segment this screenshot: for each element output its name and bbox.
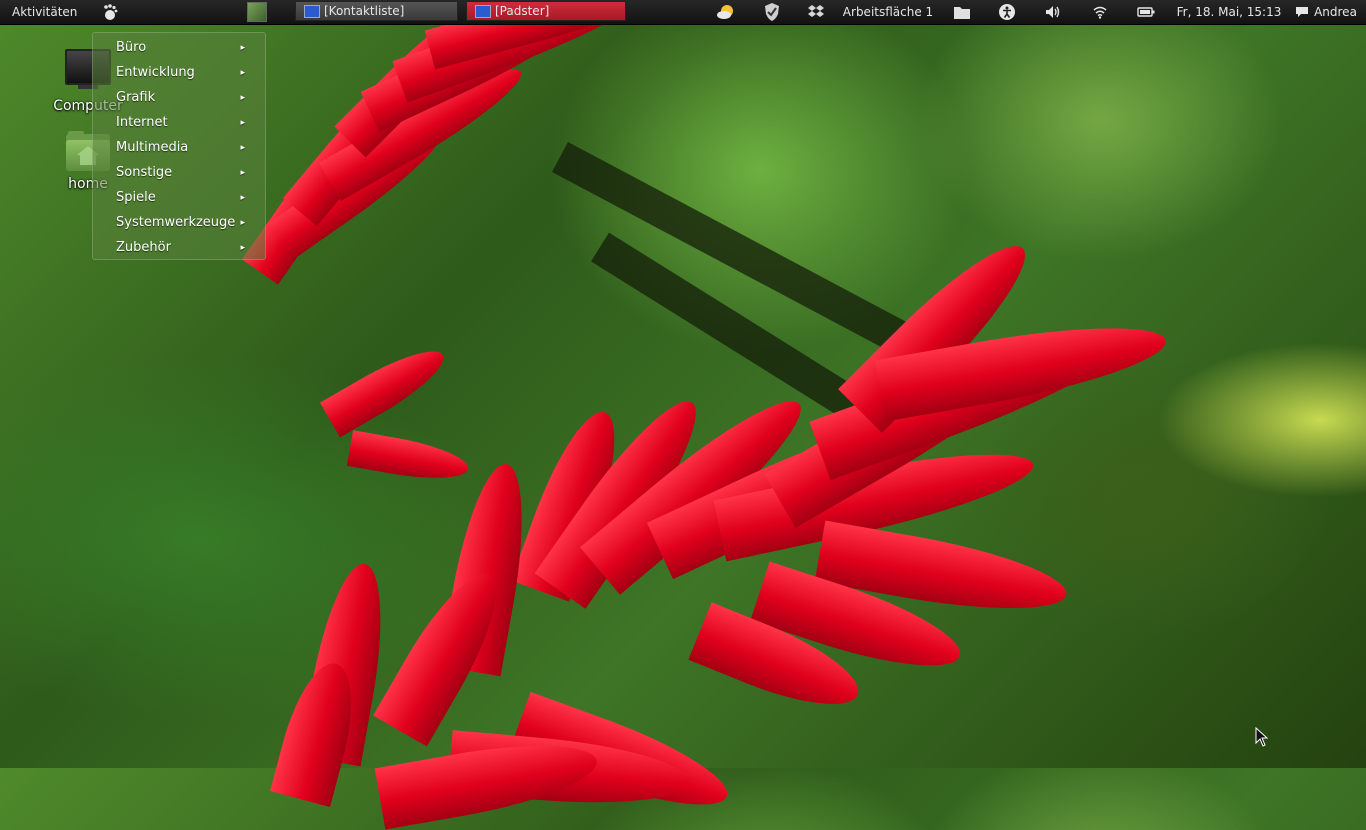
submenu-arrow-icon: ▸ [240, 167, 245, 178]
dropbox-icon[interactable] [803, 0, 829, 24]
user-name: Andrea [1314, 5, 1357, 19]
battery-icon[interactable] [1133, 0, 1159, 24]
clock-label: Fr, 18. Mai, 15:13 [1176, 5, 1282, 19]
shield-icon[interactable] [759, 0, 785, 24]
clock[interactable]: Fr, 18. Mai, 15:13 [1174, 0, 1284, 24]
menu-item-buero[interactable]: Büro ▸ [93, 35, 265, 60]
submenu-arrow-icon: ▸ [240, 92, 245, 103]
folder-icon[interactable] [950, 0, 974, 24]
user-menu[interactable]: Andrea [1294, 0, 1358, 24]
menu-item-entwicklung[interactable]: Entwicklung ▸ [93, 60, 265, 85]
weather-icon[interactable] [713, 0, 739, 24]
volume-icon[interactable] [1040, 0, 1066, 24]
gnome-foot-icon[interactable] [99, 1, 121, 23]
window-icon [304, 4, 320, 18]
show-desktop-icon[interactable] [247, 2, 268, 22]
submenu-arrow-icon: ▸ [240, 117, 245, 128]
accessibility-icon[interactable] [994, 0, 1020, 24]
submenu-arrow-icon: ▸ [240, 217, 245, 228]
menu-item-zubehoer[interactable]: Zubehör ▸ [93, 235, 265, 260]
submenu-arrow-icon: ▸ [240, 142, 245, 153]
task-padster[interactable]: [Padster] [466, 1, 626, 21]
submenu-arrow-icon: ▸ [240, 192, 245, 203]
task-label: [Padster] [495, 4, 550, 18]
applications-menu: Büro ▸ Entwicklung ▸ Grafik ▸ Internet ▸ Mul… [92, 32, 266, 260]
task-label: [Kontaktliste] [324, 4, 405, 18]
top-panel: Aktivitäten [Kontaktliste] [Padster] Arb… [0, 0, 1366, 25]
menu-item-grafik[interactable]: Grafik ▸ [93, 85, 265, 110]
workspace-indicator[interactable]: Arbeitsfläche 1 [840, 0, 936, 24]
window-icon [475, 4, 491, 18]
task-kontaktliste[interactable]: [Kontaktliste] [295, 1, 458, 21]
menu-item-spiele[interactable]: Spiele ▸ [93, 185, 265, 210]
submenu-arrow-icon: ▸ [240, 67, 245, 78]
workspace-label: Arbeitsfläche 1 [842, 5, 934, 19]
menu-item-sonstige[interactable]: Sonstige ▸ [93, 160, 265, 185]
submenu-arrow-icon: ▸ [240, 242, 245, 253]
chat-bubble-icon [1296, 7, 1309, 17]
menu-item-internet[interactable]: Internet ▸ [93, 110, 265, 135]
submenu-arrow-icon: ▸ [240, 42, 245, 53]
mouse-cursor-icon [1255, 726, 1269, 750]
menu-item-multimedia[interactable]: Multimedia ▸ [93, 135, 265, 160]
menu-item-systemwerkzeuge[interactable]: Systemwerkzeuge ▸ [93, 210, 265, 235]
activities-button[interactable]: Aktivitäten [0, 5, 89, 19]
wifi-icon[interactable] [1087, 0, 1113, 24]
